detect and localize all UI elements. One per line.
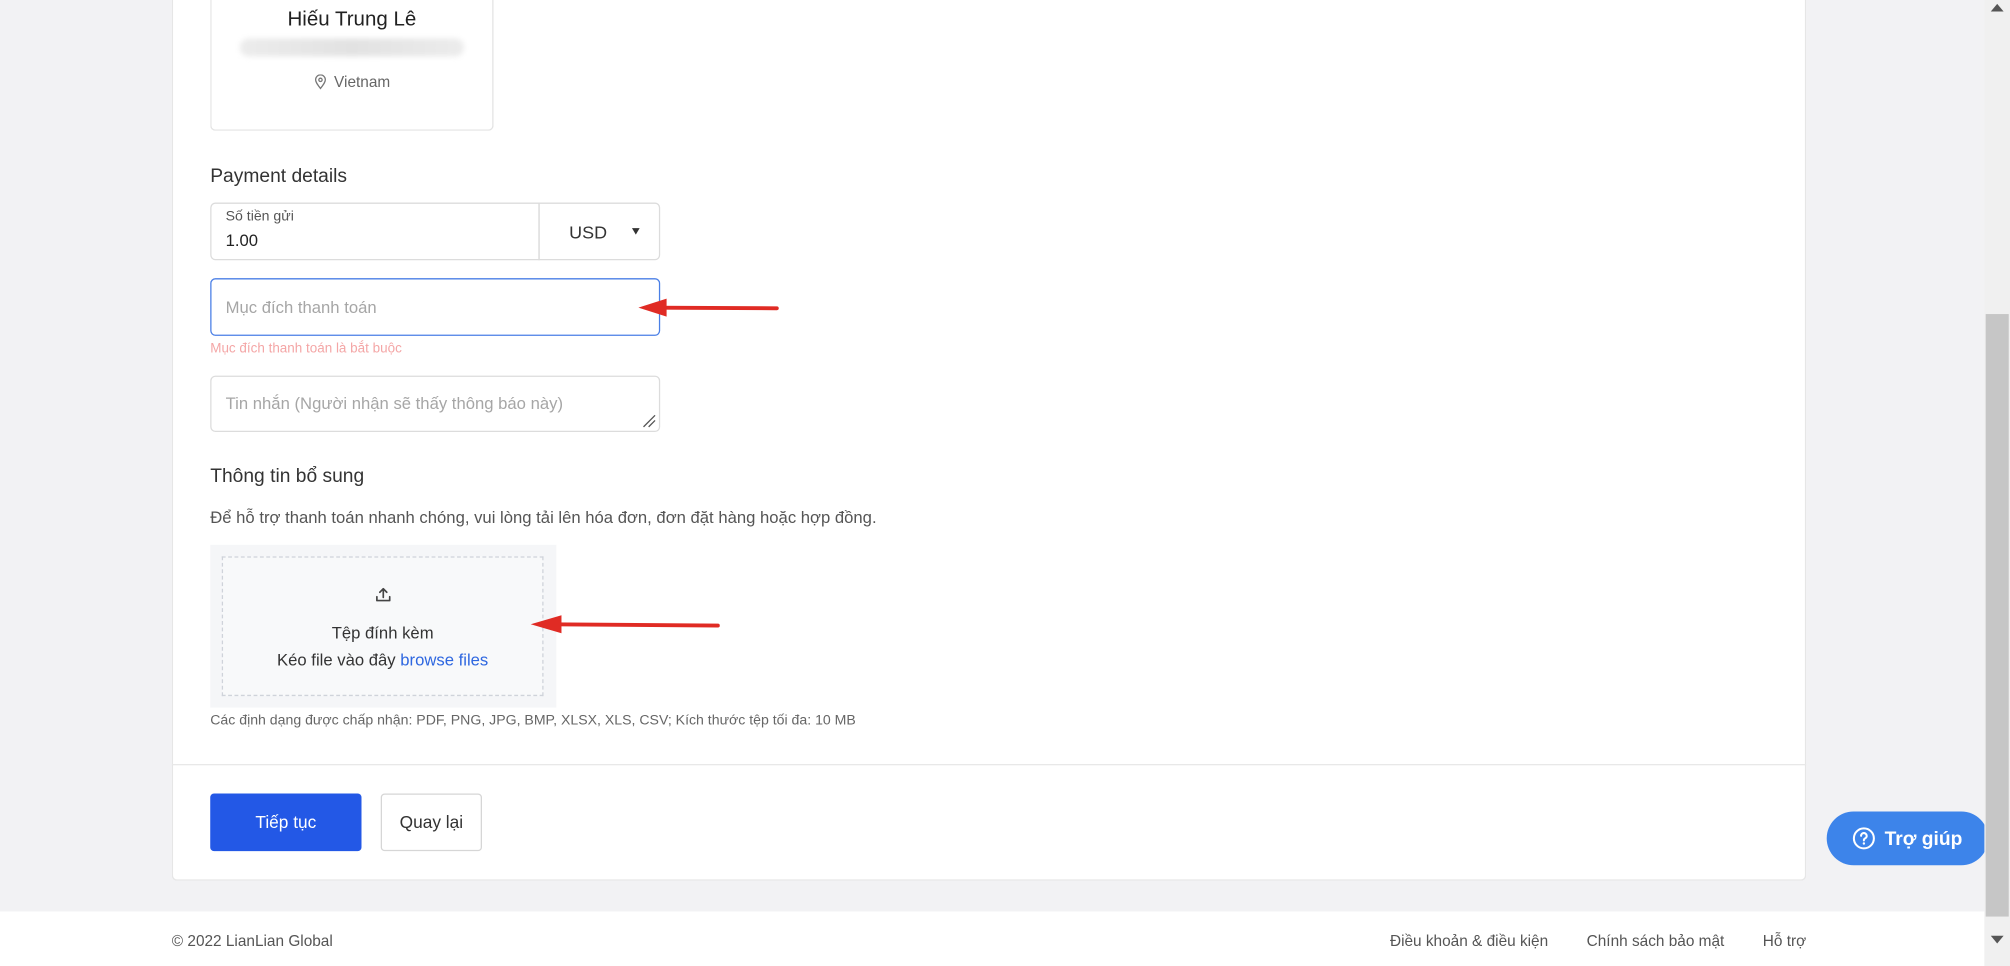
recipient-name: Hiếu Trung Lê — [287, 8, 417, 31]
page: Hiếu Trung Lê Vietnam Payment details Số… — [0, 0, 2010, 966]
recipient-country-label: Vietnam — [334, 73, 391, 92]
upload-drag-text: Kéo file vào đây — [277, 649, 396, 670]
location-pin-icon — [314, 74, 326, 90]
caret-down-icon — [631, 228, 640, 235]
file-dropzone[interactable]: Tệp đính kèm Kéo file vào đây browse fil… — [221, 556, 544, 697]
amount-input[interactable] — [225, 230, 521, 250]
actions-divider — [171, 764, 1807, 766]
terms-link[interactable]: Điều khoản & điều kiện — [1390, 932, 1548, 950]
upload-icon — [376, 587, 391, 602]
message-textarea[interactable] — [210, 375, 661, 433]
payment-purpose-input[interactable] — [210, 278, 661, 336]
annotation-arrow-icon — [638, 298, 779, 317]
support-link[interactable]: Hỗ trợ — [1763, 932, 1806, 950]
scroll-down-arrow-icon[interactable] — [1990, 935, 2004, 944]
payment-details-title: Payment details — [210, 165, 348, 188]
upload-title: Tệp đính kèm — [331, 623, 434, 643]
question-circle-icon — [1853, 827, 1876, 850]
upload-instructions: Kéo file vào đây browse files — [223, 650, 542, 669]
browse-files-link[interactable]: browse files — [400, 650, 488, 669]
back-button[interactable]: Quay lại — [380, 793, 482, 852]
copyright-text: © 2022 LianLian Global — [171, 931, 333, 950]
help-widget-label: Trợ giúp — [1884, 827, 1963, 850]
additional-info-title: Thông tin bổ sung — [210, 465, 365, 488]
upload-help-text: Để hỗ trợ thanh toán nhanh chóng, vui lò… — [210, 507, 877, 527]
amount-field[interactable]: Số tiền gửi — [210, 202, 540, 261]
page-footer: © 2022 LianLian Global Điều khoản & điều… — [0, 911, 1985, 966]
currency-select[interactable]: USD — [538, 202, 661, 261]
recipient-card: Hiếu Trung Lê Vietnam — [210, 0, 494, 131]
scrollbar-thumb[interactable] — [1985, 314, 2009, 917]
recipient-email-redacted — [239, 38, 465, 57]
privacy-link[interactable]: Chính sách bảo mật — [1587, 932, 1725, 950]
form-card — [171, 0, 1807, 881]
accepted-formats-note: Các định dạng được chấp nhận: PDF, PNG, … — [210, 712, 856, 729]
continue-button[interactable]: Tiếp tục — [210, 793, 362, 852]
annotation-arrow-icon — [530, 615, 720, 634]
scroll-up-arrow-icon[interactable] — [1990, 3, 2004, 12]
purpose-error-message: Mục đích thanh toán là bắt buộc — [210, 340, 402, 357]
footer-links: Điều khoản & điều kiện Chính sách bảo mậ… — [1390, 932, 1806, 950]
resize-handle-icon[interactable] — [641, 413, 656, 428]
amount-label: Số tiền gửi — [225, 208, 294, 225]
currency-value: USD — [569, 221, 608, 242]
help-widget-button[interactable]: Trợ giúp — [1826, 811, 1989, 866]
recipient-country: Vietnam — [212, 73, 493, 91]
